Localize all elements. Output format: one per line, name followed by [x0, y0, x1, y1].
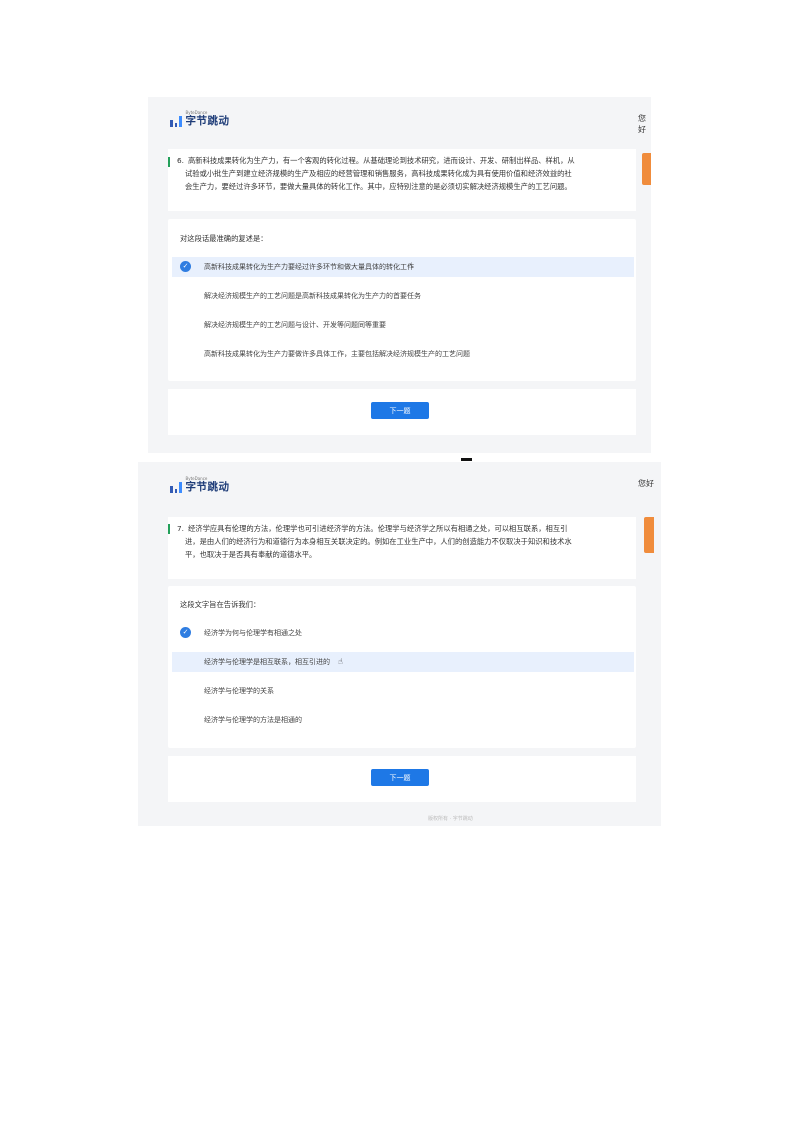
user-greeting: 您好 — [638, 114, 646, 134]
option-text: 经济学与伦理学的方法是相通的 — [204, 716, 302, 724]
footer-text: 版权所有 · 字节跳动 — [428, 816, 473, 822]
checkmark-icon: ✓ — [180, 627, 191, 638]
question-marker-bar — [168, 157, 170, 167]
option-text: 经济学与伦理学是相互联系，相互引进的 — [204, 658, 330, 666]
action-bar: 下一题 — [168, 389, 636, 435]
logo-chinese-text: 字节跳动 — [185, 115, 230, 127]
logo-chinese-text: 字节跳动 — [185, 481, 230, 493]
question-marker-bar — [168, 524, 170, 534]
question-card: 6. 高新科技成果转化为生产力，有一个客观的转化过程。从基础理论到技术研究，进而… — [168, 149, 636, 211]
bytedance-logo-icon — [170, 481, 182, 493]
options-card: 对这段话最准确的复述是： ✓ 高新科技成果转化为生产力要经过许多环节和做大量具体… — [168, 219, 636, 381]
answer-option[interactable]: 经济学与伦理学的方法是相通的 — [172, 710, 634, 730]
answer-option[interactable]: 解决经济规模生产的工艺问题是高新科技成果转化为生产力的首要任务 — [172, 286, 634, 306]
question-text: 高新科技成果转化为生产力，有一个客观的转化过程。从基础理论到技术研究，进而设计、… — [185, 154, 643, 193]
question-prompt: 对这段话最准确的复述是： — [180, 234, 268, 243]
bytedance-logo: ByteDance 字节跳动 — [170, 111, 230, 127]
bytedance-logo: ByteDance 字节跳动 — [170, 477, 230, 493]
separator-bar — [461, 458, 472, 461]
next-question-button[interactable]: 下一题 — [371, 402, 429, 419]
question-line: 平，也取决于是否具有奉献的道德水平。 — [185, 550, 317, 559]
option-text: 高新科技成果转化为生产力要做许多具体工作，主要包括解决经济规模生产的工艺问题 — [204, 350, 470, 358]
answer-option[interactable]: 经济学与伦理学是相互联系，相互引进的 — [172, 652, 634, 672]
answer-option[interactable]: ✓ 高新科技成果转化为生产力要经过许多环节和做大量具体的转化工作 — [172, 257, 634, 277]
option-text: 高新科技成果转化为生产力要经过许多环节和做大量具体的转化工作 — [204, 263, 414, 271]
question-text: 经济学应具有伦理的方法，伦理学也可引进经济学的方法。伦理学与经济学之所以有相通之… — [185, 522, 636, 561]
question-line: 会生产力，要经过许多环节，要做大量具体的转化工作。其中，应特别注意的是必须切实解… — [185, 182, 572, 191]
answer-option[interactable]: 高新科技成果转化为生产力要做许多具体工作，主要包括解决经济规模生产的工艺问题 — [172, 344, 634, 364]
answer-option[interactable]: ✓ 经济学为何与伦理学有相通之处 — [172, 623, 634, 643]
exam-screenshot-1: ByteDance 字节跳动 您好 6. 高新科技成果转化为生产力，有一个客观的… — [148, 97, 651, 453]
next-question-button[interactable]: 下一题 — [371, 769, 429, 786]
question-number: 7. — [177, 524, 184, 533]
question-number: 6. — [177, 156, 184, 165]
checkmark-icon: ✓ — [180, 261, 191, 272]
exam-screenshot-2: ByteDance 字节跳动 您好 7. 经济学应具有伦理的方法，伦理学也可引进… — [138, 462, 661, 826]
options-card: 这段文字旨在告诉我们： ✓ 经济学为何与伦理学有相通之处 经济学与伦理学是相互联… — [168, 586, 636, 748]
option-text: 解决经济规模生产的工艺问题是高新科技成果转化为生产力的首要任务 — [204, 292, 421, 300]
option-text: 解决经济规模生产的工艺问题与设计、开发等问题同等重要 — [204, 321, 386, 329]
bytedance-logo-icon — [170, 115, 182, 127]
option-text: 经济学与伦理学的关系 — [204, 687, 274, 695]
answer-option[interactable]: 解决经济规模生产的工艺问题与设计、开发等问题同等重要 — [172, 315, 634, 335]
question-line: 进，是由人们的经济行为和道德行为本身相互关联决定的。例如在工业生产中，人们的创造… — [185, 537, 572, 546]
question-line: 试验或小批生产到建立经济规模的生产及相应的经营管理和销售服务，高科技成果转化成为… — [185, 169, 572, 178]
option-text: 经济学为何与伦理学有相通之处 — [204, 629, 302, 637]
answer-option[interactable]: 经济学与伦理学的关系 — [172, 681, 634, 701]
question-line: 高新科技成果转化为生产力，有一个客观的转化过程。从基础理论到技术研究，进而设计、… — [188, 156, 575, 165]
action-bar: 下一题 — [168, 756, 636, 802]
side-tab[interactable] — [642, 153, 651, 185]
question-prompt: 这段文字旨在告诉我们： — [180, 600, 261, 609]
mouse-cursor-icon: ☝ — [338, 657, 343, 666]
side-tab[interactable] — [644, 517, 654, 553]
mouse-cursor-icon: ☝ — [408, 261, 413, 270]
question-card: 7. 经济学应具有伦理的方法，伦理学也可引进经济学的方法。伦理学与经济学之所以有… — [168, 517, 636, 579]
question-line: 经济学应具有伦理的方法，伦理学也可引进经济学的方法。伦理学与经济学之所以有相通之… — [188, 524, 568, 533]
user-greeting: 您好 — [638, 479, 654, 488]
